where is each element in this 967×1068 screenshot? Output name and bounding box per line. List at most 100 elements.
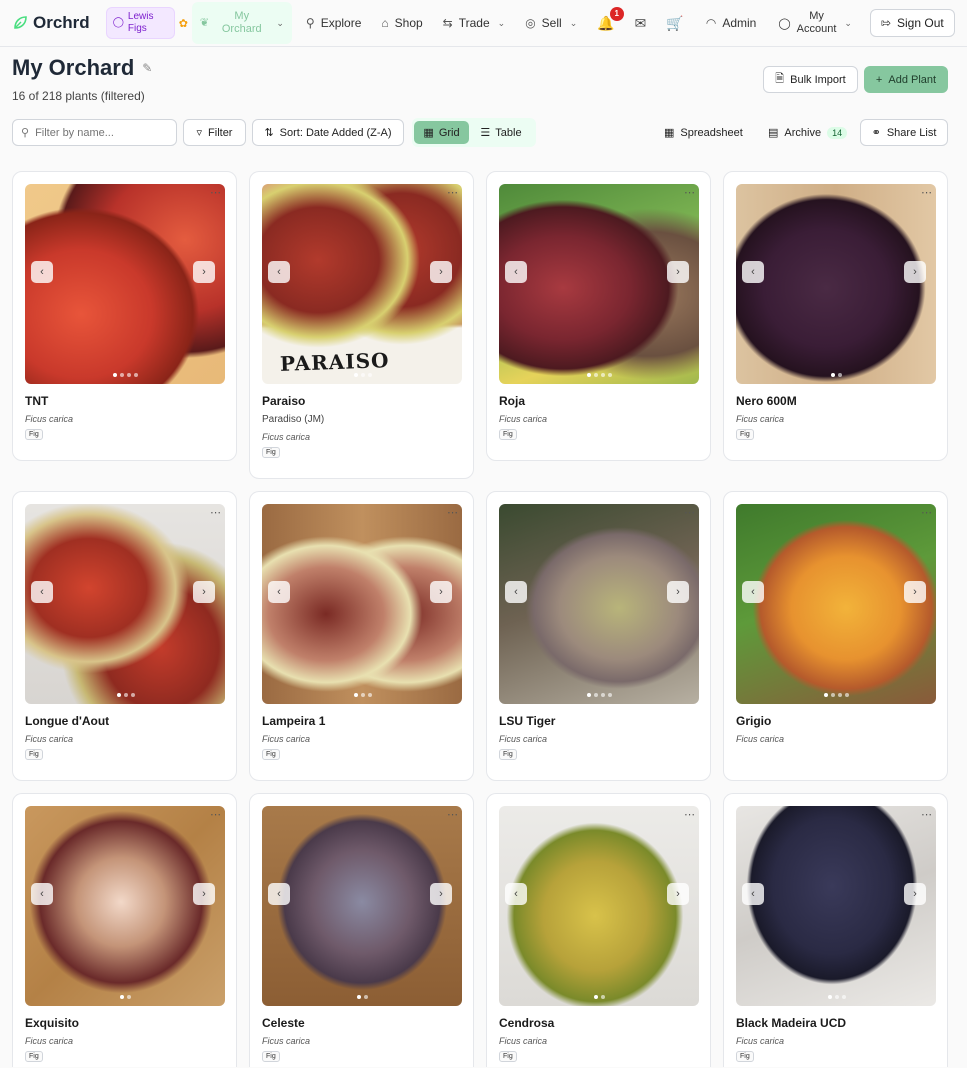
- add-plant-button[interactable]: + Add Plant: [864, 66, 948, 93]
- pagination-dot[interactable]: [831, 373, 835, 377]
- plant-card[interactable]: ⋯ ‹ › Nero 600M Ficus carica Fig: [723, 171, 948, 461]
- plant-photo[interactable]: [736, 504, 936, 704]
- search-input[interactable]: [35, 126, 166, 139]
- grid-view-button[interactable]: ▦ Grid: [414, 121, 469, 144]
- next-photo-button[interactable]: ›: [430, 261, 452, 283]
- previous-photo-button[interactable]: ‹: [268, 883, 290, 905]
- plant-photo[interactable]: [25, 504, 225, 704]
- pagination-dot[interactable]: [834, 995, 839, 999]
- filter-button[interactable]: ▿ Filter: [183, 119, 246, 146]
- cart-button[interactable]: 🛒: [666, 15, 683, 32]
- pagination-dot[interactable]: [113, 373, 117, 377]
- pagination-dot[interactable]: [353, 693, 358, 697]
- pencil-icon[interactable]: ✎: [142, 61, 152, 75]
- more-options-icon[interactable]: ⋯: [684, 506, 696, 519]
- previous-photo-button[interactable]: ‹: [742, 883, 764, 905]
- previous-photo-button[interactable]: ‹: [505, 261, 527, 283]
- pagination-dot[interactable]: [116, 693, 121, 697]
- plant-card[interactable]: ⋯ ‹ › Longue d'Aout Ficus carica Fig: [12, 491, 237, 781]
- table-view-button[interactable]: ☰ Table: [471, 121, 531, 144]
- pagination-dot[interactable]: [841, 995, 846, 999]
- next-photo-button[interactable]: ›: [904, 261, 926, 283]
- pagination-dot[interactable]: [594, 995, 598, 999]
- plant-photo[interactable]: [25, 806, 225, 1006]
- logo[interactable]: Orchrd: [12, 13, 90, 33]
- sign-out-button[interactable]: ⇰ Sign Out: [869, 9, 955, 37]
- share-list-button[interactable]: ⚭ Share List: [860, 119, 948, 146]
- pagination-dot[interactable]: [608, 693, 612, 697]
- pagination-dot[interactable]: [601, 995, 605, 999]
- more-options-icon[interactable]: ⋯: [921, 186, 933, 199]
- more-options-icon[interactable]: ⋯: [447, 506, 459, 519]
- next-photo-button[interactable]: ›: [430, 883, 452, 905]
- pagination-dot[interactable]: [120, 995, 124, 999]
- plant-card[interactable]: ⋯ ‹ › Exquisito Ficus carica Fig: [12, 793, 237, 1067]
- pagination-dot[interactable]: [130, 693, 135, 697]
- next-photo-button[interactable]: ›: [667, 261, 689, 283]
- my-orchard-nav[interactable]: ❦ My Orchard ⌄: [191, 2, 292, 44]
- next-photo-button[interactable]: ›: [667, 883, 689, 905]
- more-options-icon[interactable]: ⋯: [210, 186, 222, 199]
- next-photo-button[interactable]: ›: [193, 883, 215, 905]
- more-options-icon[interactable]: ⋯: [921, 808, 933, 821]
- user-switcher[interactable]: ◯ Lewis Figs: [105, 7, 175, 39]
- pagination-dot[interactable]: [601, 373, 605, 377]
- pagination-dot[interactable]: [587, 693, 591, 697]
- plant-card[interactable]: ⋯ ‹ › Celeste Ficus carica Fig: [249, 793, 474, 1067]
- nav-admin[interactable]: ◠ Admin: [706, 16, 757, 30]
- nav-trade[interactable]: ⇆ Trade ⌄: [443, 16, 506, 30]
- nav-shop[interactable]: ⌂ Shop: [381, 16, 422, 30]
- more-options-icon[interactable]: ⋯: [684, 186, 696, 199]
- pagination-dot[interactable]: [824, 693, 828, 697]
- nav-explore[interactable]: ⚲ Explore: [306, 16, 361, 30]
- more-options-icon[interactable]: ⋯: [210, 808, 222, 821]
- pagination-dot[interactable]: [838, 693, 842, 697]
- plant-photo[interactable]: [736, 806, 936, 1006]
- pagination-dot[interactable]: [608, 373, 612, 377]
- archive-button[interactable]: ▤ Archive 14: [768, 119, 848, 146]
- plant-card[interactable]: ⋯ ‹ › Roja Ficus carica Fig: [486, 171, 711, 461]
- plant-card[interactable]: ⋯ ‹ › Black Madeira UCD Ficus carica Fig: [723, 793, 948, 1067]
- plant-card[interactable]: ⋯ ‹ › Grigio Ficus carica: [723, 491, 948, 781]
- previous-photo-button[interactable]: ‹: [31, 883, 53, 905]
- sort-button[interactable]: ⇅ Sort: Date Added (Z-A): [252, 119, 404, 146]
- pagination-dot[interactable]: [587, 373, 591, 377]
- pagination-dot[interactable]: [838, 373, 842, 377]
- plant-card[interactable]: PARAISO ⋯ ‹ › Paraiso Paradiso (JM) Ficus cari…: [249, 171, 474, 479]
- plant-photo[interactable]: [262, 504, 462, 704]
- more-options-icon[interactable]: ⋯: [684, 808, 696, 821]
- my-account-menu[interactable]: ◯ My Account ⌄: [778, 10, 852, 36]
- plant-photo[interactable]: [499, 184, 699, 384]
- pagination-dot[interactable]: [364, 995, 368, 999]
- plant-photo[interactable]: [499, 806, 699, 1006]
- pagination-dot[interactable]: [123, 693, 128, 697]
- nav-sell[interactable]: ◎ Sell ⌄: [525, 16, 577, 30]
- pagination-dot[interactable]: [353, 373, 358, 377]
- previous-photo-button[interactable]: ‹: [742, 581, 764, 603]
- more-options-icon[interactable]: ⋯: [921, 506, 933, 519]
- previous-photo-button[interactable]: ‹: [505, 883, 527, 905]
- pagination-dot[interactable]: [831, 693, 835, 697]
- more-options-icon[interactable]: ⋯: [210, 506, 222, 519]
- plant-card[interactable]: ⋯ ‹ › TNT Ficus carica Fig: [12, 171, 237, 461]
- pagination-dot[interactable]: [367, 693, 372, 697]
- pagination-dot[interactable]: [367, 373, 372, 377]
- plant-photo[interactable]: [262, 806, 462, 1006]
- previous-photo-button[interactable]: ‹: [268, 581, 290, 603]
- more-options-icon[interactable]: ⋯: [447, 186, 459, 199]
- pagination-dot[interactable]: [360, 693, 365, 697]
- bulk-import-button[interactable]: 🗎 Bulk Import: [763, 66, 858, 93]
- pagination-dot[interactable]: [594, 693, 598, 697]
- spreadsheet-button[interactable]: ▦ Spreadsheet: [664, 119, 743, 146]
- pagination-dot[interactable]: [134, 373, 138, 377]
- plant-photo[interactable]: [499, 504, 699, 704]
- search-field[interactable]: ⚲: [12, 119, 177, 146]
- plant-card[interactable]: ⋯ ‹ › Cendrosa Ficus carica Fig: [486, 793, 711, 1067]
- next-photo-button[interactable]: ›: [430, 581, 452, 603]
- previous-photo-button[interactable]: ‹: [31, 261, 53, 283]
- plant-photo[interactable]: [25, 184, 225, 384]
- next-photo-button[interactable]: ›: [904, 883, 926, 905]
- pagination-dot[interactable]: [360, 373, 365, 377]
- plant-photo[interactable]: [736, 184, 936, 384]
- pagination-dot[interactable]: [594, 373, 598, 377]
